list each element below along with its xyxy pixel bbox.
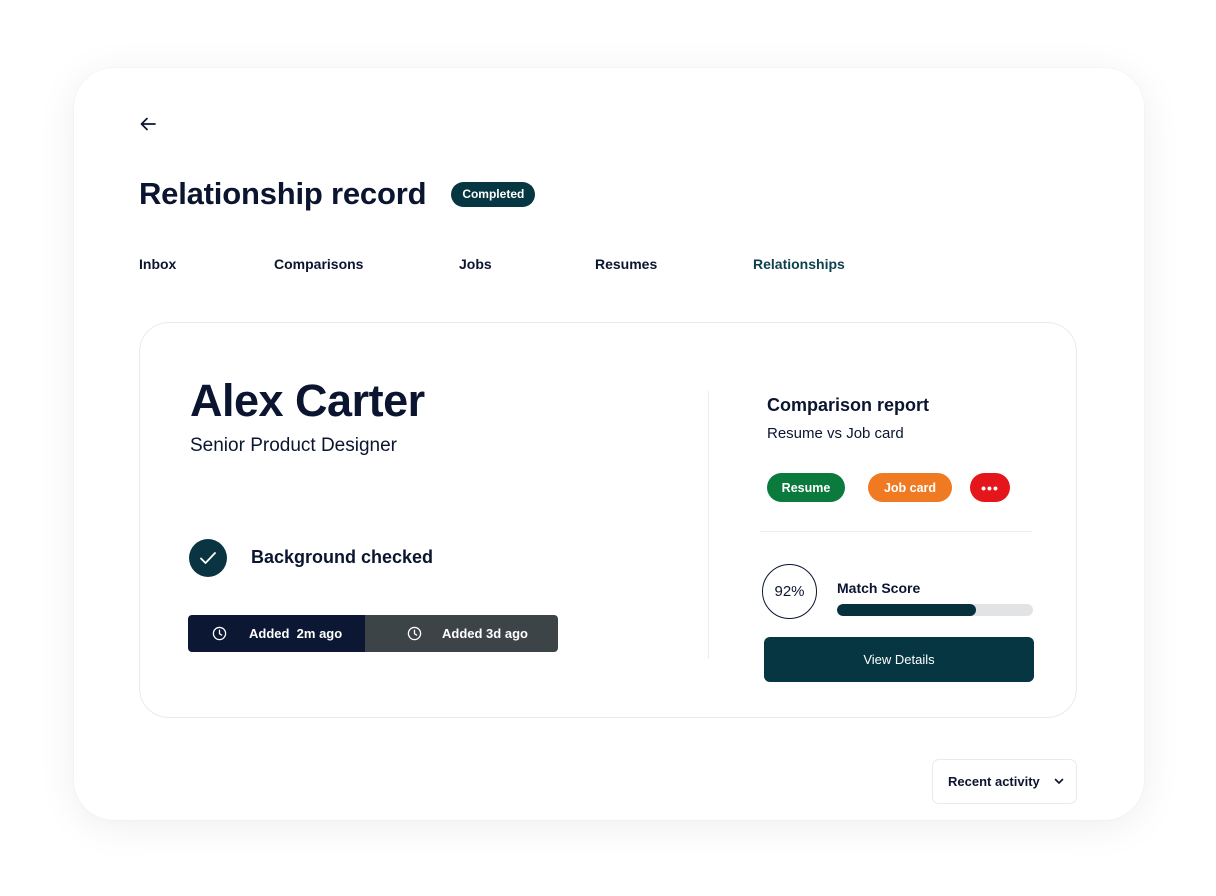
vertical-divider — [708, 391, 709, 659]
resume-chip[interactable]: Resume — [767, 473, 845, 502]
added-older-label: Added 3d ago — [442, 626, 528, 641]
background-check-label: Background checked — [251, 547, 434, 567]
tab-resumes[interactable]: Resumes — [595, 256, 657, 272]
match-score-circle: 92% — [762, 564, 817, 619]
status-badge: Completed — [451, 181, 536, 207]
page-title: Relationship record — [139, 176, 427, 211]
tab-jobs[interactable]: Jobs — [459, 256, 492, 272]
recent-activity-dropdown[interactable]: Recent activity — [932, 759, 1077, 804]
clock-icon — [212, 626, 227, 641]
added-recent-pill[interactable]: Added 2m ago — [188, 615, 365, 652]
match-score-bar — [837, 604, 1033, 616]
clock-icon — [407, 626, 422, 641]
added-recent-label: Added 2m ago — [249, 626, 343, 641]
title-row: Relationship record Completed — [139, 176, 536, 212]
check-badge — [189, 539, 227, 577]
match-score-bar-fill — [837, 604, 977, 616]
tab-inbox[interactable]: Inbox — [139, 256, 176, 272]
view-details-button[interactable]: View Details — [764, 637, 1034, 682]
report-subtitle: Resume vs Job card — [767, 425, 904, 442]
chevron-down-icon — [1054, 778, 1064, 785]
tab-comparisons[interactable]: Comparisons — [274, 256, 363, 272]
app-window: Relationship record Completed Inbox Comp… — [74, 68, 1144, 820]
job-card-chip[interactable]: Job card — [868, 473, 952, 502]
arrow-left-icon — [140, 117, 156, 131]
person-name: Alex Carter — [190, 375, 425, 426]
added-timeline: Added 2m ago Added 3d ago — [188, 615, 558, 652]
horizontal-divider — [760, 531, 1032, 532]
checkmark-icon — [200, 552, 216, 564]
recent-activity-label: Recent activity — [948, 774, 1040, 789]
match-score-label: Match Score — [837, 580, 921, 596]
added-older-pill[interactable]: Added 3d ago — [365, 615, 558, 652]
tab-relationships[interactable]: Relationships — [753, 256, 845, 272]
relationship-card: Alex Carter Senior Product Designer Back… — [139, 322, 1077, 718]
more-options-chip[interactable]: ••• — [970, 473, 1010, 502]
report-title: Comparison report — [767, 395, 930, 415]
back-button[interactable] — [136, 112, 160, 136]
person-role: Senior Product Designer — [190, 435, 397, 456]
